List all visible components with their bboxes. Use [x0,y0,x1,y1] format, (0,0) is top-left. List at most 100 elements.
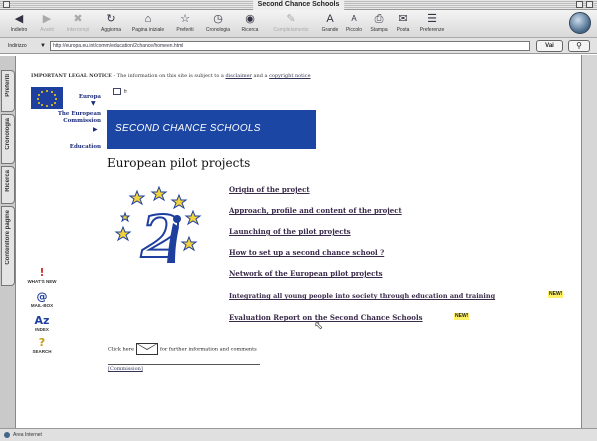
zoom-box-icon[interactable] [576,1,583,8]
find-button[interactable]: ⚲ [568,40,590,52]
link-launching[interactable]: Launching of the pilot projects [229,227,351,236]
contact-after-text: for further information and comments [159,346,257,353]
text-larger-button[interactable]: A Grande [318,12,342,33]
preferences-button[interactable]: ☰ Preferenze [414,12,450,33]
favorites-label: Preferiti [176,27,194,33]
search-item[interactable]: ? SEARCH [27,337,57,355]
autofill-label: Completamento [273,27,309,33]
logo-star [184,209,202,226]
explorer-bar-tabs: Preferiti Cronologia Ricerca Contenitore… [0,56,16,428]
close-box-icon[interactable] [3,1,10,8]
link-evaluation[interactable]: Evaluation Report on the Second Chance S… [229,313,423,322]
refresh-button[interactable]: ↻ Aggiorna [96,12,126,33]
language-code: fr [124,88,128,95]
mail-button[interactable]: ✉ Posta [392,12,414,33]
logo-star [180,235,198,252]
search-label: Ricerca [241,27,259,33]
link-integrating[interactable]: Integrating all young people into societ… [229,292,495,301]
legal-notice-and: and a [251,73,270,79]
tab-contenitore-label: Contenitore pagine [5,210,11,265]
go-button[interactable]: Vai [536,40,563,52]
address-bar: Indirizzo ▼ http://europa.eu.int/comm/ed… [0,38,597,54]
text-smaller-icon: A [351,14,357,23]
link-approach[interactable]: Approach, profile and content of the pro… [229,206,402,215]
tab-ricerca[interactable]: Ricerca [1,166,15,204]
search-icon: ◉ [245,13,255,25]
whats-new-label: WHAT'S NEW [27,279,57,284]
search-item-label: SEARCH [32,349,52,354]
nav-commission-arrow-icon: ▶ [93,126,98,133]
autofill-icon: ✎ [286,13,296,25]
contact-before-text: Click here [108,346,134,353]
address-label: Indirizzo [8,43,27,49]
address-history-icon[interactable]: ▼ [40,38,46,54]
vertical-scrollbar[interactable] [581,55,597,428]
whats-new-item[interactable]: ! WHAT'S NEW [27,266,57,285]
nav-europa-arrow-icon: ▼ [91,100,96,107]
mailbox-item[interactable]: @ MAIL-BOX [27,290,57,309]
disclaimer-link[interactable]: disclaimer [226,73,252,79]
home-label: Pagina iniziale [131,27,165,33]
refresh-label: Aggiorna [100,27,121,33]
index-icon: Az [34,314,50,327]
stop-button[interactable]: ✖ Interrompi [60,12,96,33]
language-selector[interactable]: fr [113,88,127,96]
autofill-button[interactable]: ✎ Completamento [264,12,318,33]
tab-cronologia-label: Cronologia [5,118,11,150]
index-label: INDEX [35,327,49,332]
home-button[interactable]: ⌂ Pagina iniziale [126,12,170,33]
print-button[interactable]: ⎙ Stampa [366,12,392,33]
page-banner: SECOND CHANCE SCHOOLS [107,110,316,149]
forward-arrow-icon: ▶ [42,13,52,25]
text-smaller-button[interactable]: A Piccolo [342,12,366,33]
mouse-cursor-icon: ⬁ [314,319,324,332]
mailbox-icon: @ [36,290,48,303]
legal-notice-heading: IMPORTANT LEGAL NOTICE [31,73,112,79]
tab-cronologia[interactable]: Cronologia [1,114,15,164]
tab-contenitore-pagine[interactable]: Contenitore pagine [1,206,15,286]
logo-star [114,225,132,242]
back-button[interactable]: ◀ Indietro [4,12,34,33]
window-titlebar[interactable]: Second Chance Schools [0,0,597,10]
tab-preferiti-label: Preferiti [5,74,11,97]
index-item[interactable]: Az INDEX [27,314,57,333]
mail-label: Posta [396,27,410,33]
go-label: Vai [545,43,554,49]
back-arrow-icon: ◀ [14,13,24,25]
whats-new-icon: ! [39,266,45,279]
forward-button[interactable]: ▶ Avanti [34,12,60,33]
envelope-icon[interactable] [135,343,158,355]
tab-preferiti[interactable]: Preferiti [1,70,15,112]
text-smaller-label: Piccolo [345,27,363,33]
history-label: Cronologia [205,27,231,33]
second-chance-logo: 2 [114,185,202,272]
print-label: Stampa [370,27,388,33]
url-input[interactable]: http://europa.eu.int/comm/education/2cha… [50,41,530,51]
language-box-icon [113,88,121,95]
nav-europa[interactable]: Europa [69,94,101,101]
browser-toolbar: ◀ Indietro ▶ Avanti ✖ Interrompi ↻ Aggiorna … [0,10,597,38]
copyright-link[interactable]: copyright notice [269,73,310,79]
favorites-button[interactable]: ☆ Preferiti [170,12,200,33]
eu-flag-logo[interactable] [31,87,63,109]
stop-icon: ✖ [73,13,83,25]
link-network[interactable]: Network of the European pilot projects [229,269,383,278]
back-label: Indietro [10,27,28,33]
link-origin[interactable]: Origin of the project [229,185,310,194]
contact-line: Click here for further information and co… [108,343,257,355]
home-icon: ⌂ [144,13,152,25]
search-button[interactable]: ◉ Ricerca [236,12,264,33]
commission-link[interactable]: [Commission] [108,366,143,373]
nav-commission[interactable]: The European Commission [47,111,101,125]
nav-education[interactable]: Education [57,144,101,151]
link-setup[interactable]: How to set up a second chance school ? [229,248,384,257]
status-bar: Area Internet [0,428,597,441]
legal-notice: IMPORTANT LEGAL NOTICE - The information… [31,73,311,80]
preferences-label: Preferenze [419,27,445,33]
text-larger-label: Grande [321,27,339,33]
tab-ricerca-label: Ricerca [5,170,11,192]
collapse-box-icon[interactable] [586,1,593,8]
page-title: European pilot projects [107,156,251,170]
history-button[interactable]: ◷ Cronologia [200,12,236,33]
logo-star [150,185,168,202]
